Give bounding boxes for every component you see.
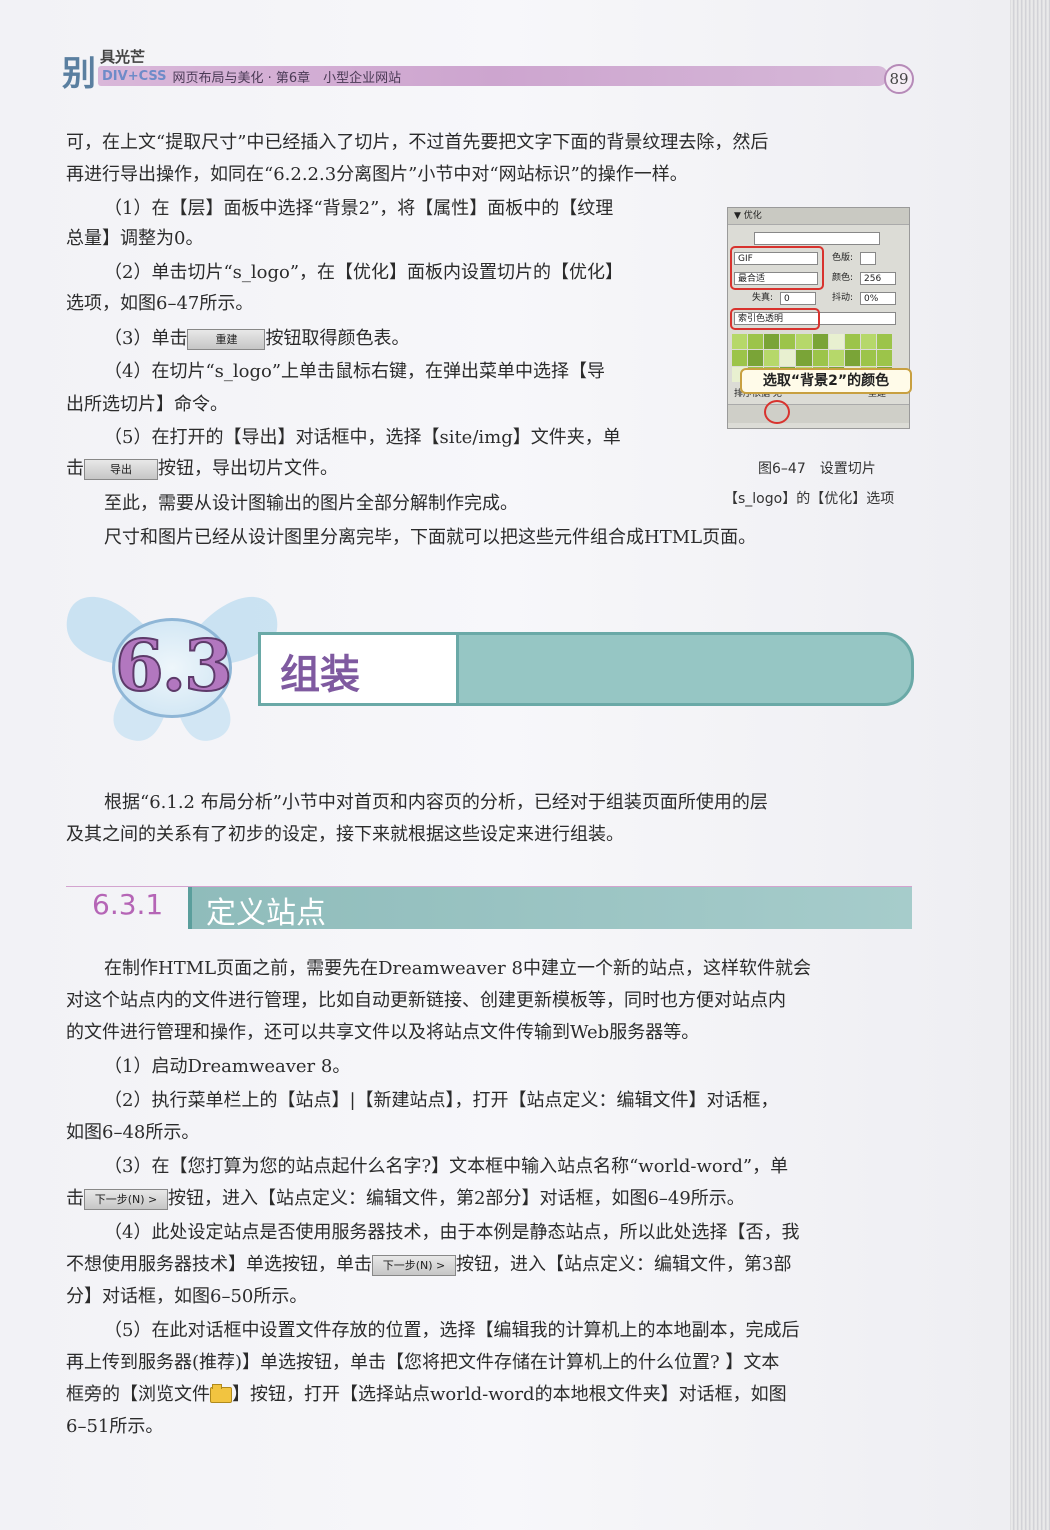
body-text: 的文件进行管理和操作，还可以共享文件以及将站点文件传输到Web服务器等。: [66, 1022, 700, 1043]
figure-caption: 图6–47 设置切片: [758, 461, 876, 477]
step-text: （4）在切片“s_logo”上单击鼠标右键，在弹出菜单中选择【导: [104, 361, 606, 382]
step-text: 击下一步(N) > 按钮，进入【站点定义：编辑文件，第2部分】对话框，如图6–49…: [66, 1182, 745, 1215]
page-number: 89: [884, 64, 914, 94]
book-page-edges: [1010, 0, 1050, 1530]
step-text: 再上传到服务器(推荐)】单选按钮，单击【您将把文件存储在计算机上的什么位置? 】…: [66, 1352, 780, 1373]
step-text: 出所选切片】命令。: [66, 394, 228, 415]
step-text: 如图6–48所示。: [66, 1122, 200, 1143]
section-title-bar: [456, 632, 914, 706]
body-text: 至此，需要从设计图输出的图片全部分解制作完成。: [104, 493, 518, 514]
step-text: （3）单击 重建 按钮取得颜色表。: [104, 322, 409, 355]
step-text-part: 按钮，进入【站点定义：编辑文件，第3部: [456, 1254, 792, 1275]
next-button-image: 下一步(N) >: [372, 1254, 456, 1276]
step-text-part: 按钮取得颜色表。: [265, 328, 410, 349]
settings-select: [754, 232, 880, 245]
chapter-title: 网页布局与美化 · 第6章 小型企业网站: [172, 70, 402, 86]
series-name: DIV+CSS: [102, 68, 167, 84]
step-text: （5）在打开的【导出】对话框中，选择【site/img】文件夹，单: [104, 427, 621, 448]
figure-callout: 选取“背景2”的颜色: [740, 368, 912, 394]
book-logo-subtitle: 具光芒: [100, 48, 146, 66]
panel-title: ▼ 优化: [728, 208, 909, 225]
running-header: DIV+CSS 网页布局与美化 · 第6章 小型企业网站: [98, 66, 888, 86]
step-text-part: 击: [66, 458, 84, 479]
step-text: 选项，如图6–47所示。: [66, 293, 254, 314]
step-text: （2）单击切片“s_logo”，在【优化】面板内设置切片的【优化】: [104, 262, 624, 283]
dither-label: 抖动:: [832, 293, 854, 303]
dither-select: 0%: [860, 292, 896, 305]
colors-label: 颜色:: [832, 273, 854, 283]
loss-select: 0: [780, 292, 816, 305]
step-text: （2）执行菜单栏上的【站点】|【新建站点】，打开【站点定义：编辑文件】对话框，: [104, 1090, 779, 1111]
loss-label: 失真:: [752, 293, 774, 303]
step-text: 6–51所示。: [66, 1416, 164, 1437]
section-title: 组装: [280, 652, 360, 698]
step-text: （1）在【层】面板中选择“背景2”，将【属性】面板中的【纹理: [104, 198, 614, 219]
subsection-title: 定义站点: [206, 896, 326, 931]
intro-line: 可，在上文“提取尺寸”中已经插入了切片，不过首先要把文字下面的背景纹理去除，然后: [66, 132, 769, 153]
step-text: 框旁的【浏览文件 】按钮，打开【选择站点world-word的本地根文件夹】对话框…: [66, 1378, 787, 1411]
section-number: 6.3: [114, 623, 234, 708]
step-text: （3）在【您打算为您的站点起什么名字?】文本框中输入站点名称“world-wor…: [104, 1156, 789, 1177]
step-text: （4）此处设定站点是否使用服务器技术，由于本例是静态站点，所以此处选择【否，我: [104, 1222, 800, 1243]
highlight-box: [730, 246, 824, 290]
intro-line: 再进行导出操作，如同在“6.2.2.3分离图片”小节中对“网站标识”的操作一样。: [66, 164, 688, 185]
step-text: 总量】调整为0。: [66, 228, 204, 249]
section-intro-text: 及其之间的关系有了初步的设定，接下来就根据这些设定来进行组装。: [66, 824, 624, 845]
export-button-image: 导出: [84, 458, 158, 480]
body-text: 尺寸和图片已经从设计图里分离完毕，下面就可以把这些元件组合成HTML页面。: [104, 527, 757, 548]
matte-swatch: [860, 252, 876, 265]
figure-caption: 【s_logo】的【优化】选项: [724, 491, 895, 507]
highlight-circle: [764, 400, 790, 424]
body-text: 对这个站点内的文件进行管理，比如自动更新链接、创建更新模板等，同时也方便对站点内: [66, 990, 786, 1011]
step-text-part: （3）单击: [104, 328, 188, 349]
panel-toolbar: [728, 404, 909, 423]
rebuild-button-image: 重建: [187, 328, 266, 350]
step-text: 不想使用服务器技术】单选按钮，单击 下一步(N) > 按钮，进入【站点定义：编辑文件…: [66, 1248, 791, 1281]
matte-label: 色版:: [832, 253, 854, 263]
step-text-part: 按钮，导出切片文件。: [158, 458, 338, 479]
book-page: 别 具光芒 DIV+CSS 网页布局与美化 · 第6章 小型企业网站 89 可，…: [0, 0, 1010, 1530]
book-logo: 别: [62, 54, 96, 94]
optimize-panel-figure: ▼ 优化 GIF 色版: 最合适 颜色: 256 失真: 0 抖动: 0% 索引…: [727, 207, 910, 429]
folder-icon: [210, 1384, 232, 1403]
subsection-number: 6.3.1: [92, 888, 164, 921]
highlight-box: [730, 308, 820, 330]
step-text: 击导出 按钮，导出切片文件。: [66, 452, 338, 485]
step-text: （5）在此对话框中设置文件存放的位置，选择【编辑我的计算机上的本地副本，完成后: [104, 1320, 800, 1341]
step-text-part: 按钮，进入【站点定义：编辑文件，第2部分】对话框，如图6–49所示。: [168, 1188, 745, 1209]
step-text: 分】对话框，如图6–50所示。: [66, 1286, 308, 1307]
step-text-part: 击: [66, 1188, 84, 1209]
step-text: （1）启动Dreamweaver 8。: [104, 1056, 351, 1077]
colors-select: 256: [860, 272, 896, 285]
step-text-part: 框旁的【浏览文件: [66, 1384, 210, 1405]
step-text-part: 不想使用服务器技术】单选按钮，单击: [66, 1254, 372, 1275]
step-text-part: 】按钮，打开【选择站点world-word的本地根文件夹】对话框，如图: [232, 1384, 787, 1405]
body-text: 在制作HTML页面之前，需要先在Dreamweaver 8中建立一个新的站点，这…: [104, 958, 811, 979]
section-intro-text: 根据“6.1.2 布局分析”小节中对首页和内容页的分析，已经对于组装页面所使用的…: [104, 792, 768, 813]
next-button-image: 下一步(N) >: [84, 1188, 168, 1210]
